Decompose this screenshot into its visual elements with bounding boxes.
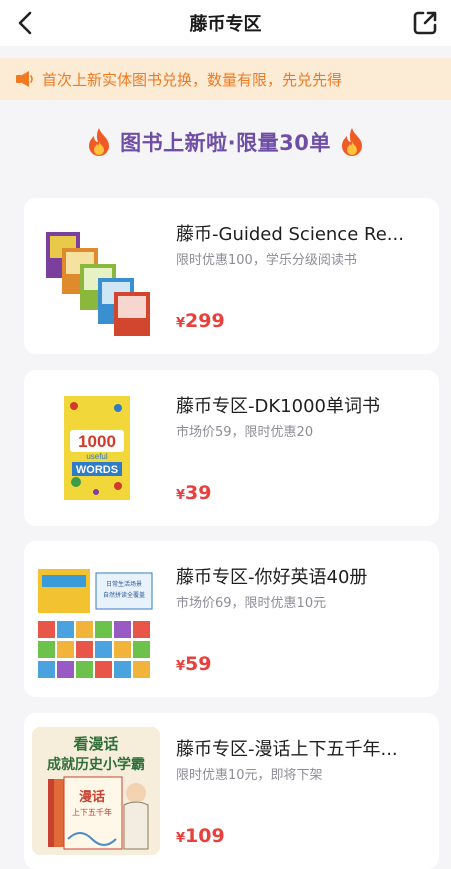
product-subtitle: 市场价69，限时优惠10元 [176, 596, 327, 611]
product-card[interactable]: 日常生活场景 自然拼读全覆盖 藤币专区-你好英语40册 市场价69，限时优惠10… [24, 541, 439, 697]
price-currency: ¥ [176, 316, 186, 331]
product-price: ¥109 [176, 825, 225, 847]
price-currency: ¥ [176, 659, 186, 674]
cover-line2: 自然拼读全覆盖 [103, 591, 145, 599]
product-title: 藤币专区-你好英语40册 [176, 567, 368, 588]
product-image [32, 212, 160, 340]
cover-line1: 日常生活场景 [106, 580, 142, 588]
cover-words: WORDS [76, 464, 118, 476]
cover-line2: 成就历史小学霸 [47, 756, 145, 773]
cover-1000: 1000 [78, 432, 116, 451]
cover-line1: 看漫话 [73, 735, 118, 753]
product-image: 看漫话 成就历史小学霸 漫话 上下五千年 [32, 727, 160, 855]
product-title: 藤币专区-漫话上下五千年... [176, 739, 398, 760]
notice-text: 首次上新实体图书兑换，数量有限，先兑先得 [42, 70, 343, 89]
product-card[interactable]: 藤币-Guided Science Re... 限时优惠100，学乐分级阅读书 … [24, 198, 439, 354]
fire-icon [89, 128, 110, 156]
notice-bar: 首次上新实体图书兑换，数量有限，先兑先得 [0, 58, 451, 100]
banner-title: 图书上新啦·限量30单 [120, 131, 331, 155]
share-external-icon[interactable] [411, 9, 439, 37]
price-value: 39 [185, 482, 212, 504]
product-subtitle: 限时优惠100，学乐分级阅读书 [176, 253, 357, 268]
product-subtitle: 市场价59，限时优惠20 [176, 425, 314, 440]
product-price: ¥59 [176, 653, 212, 675]
fire-icon [341, 128, 362, 156]
price-value: 109 [185, 825, 225, 847]
price-value: 299 [185, 310, 225, 332]
promo-banner: 图书上新啦·限量30单 [0, 116, 451, 168]
cover-useful: useful [86, 452, 108, 461]
speaker-icon [16, 71, 33, 87]
nav-bar: 藤币专区 [0, 0, 451, 46]
price-currency: ¥ [176, 488, 186, 503]
price-value: 59 [185, 653, 212, 675]
product-card[interactable]: 看漫话 成就历史小学霸 漫话 上下五千年 藤币专区-漫话上下五千年... 限时优… [24, 713, 439, 869]
product-price: ¥39 [176, 482, 212, 504]
product-title: 藤币专区-DK1000单词书 [176, 396, 380, 417]
chevron-left-icon[interactable] [12, 9, 40, 37]
product-card[interactable]: 1000 useful WORDS 藤币专区-DK1000单词书 市场价59，限… [24, 370, 439, 526]
product-subtitle: 限时优惠10元，即将下架 [176, 768, 323, 783]
price-currency: ¥ [176, 831, 186, 846]
product-image: 1000 useful WORDS [32, 384, 160, 512]
product-price: ¥299 [176, 310, 225, 332]
cover-line4: 上下五千年 [72, 807, 112, 817]
product-title: 藤币-Guided Science Re... [176, 224, 404, 245]
cover-line3: 漫话 [79, 789, 105, 805]
page-title: 藤币专区 [189, 14, 262, 35]
product-image: 日常生活场景 自然拼读全覆盖 [32, 555, 160, 683]
